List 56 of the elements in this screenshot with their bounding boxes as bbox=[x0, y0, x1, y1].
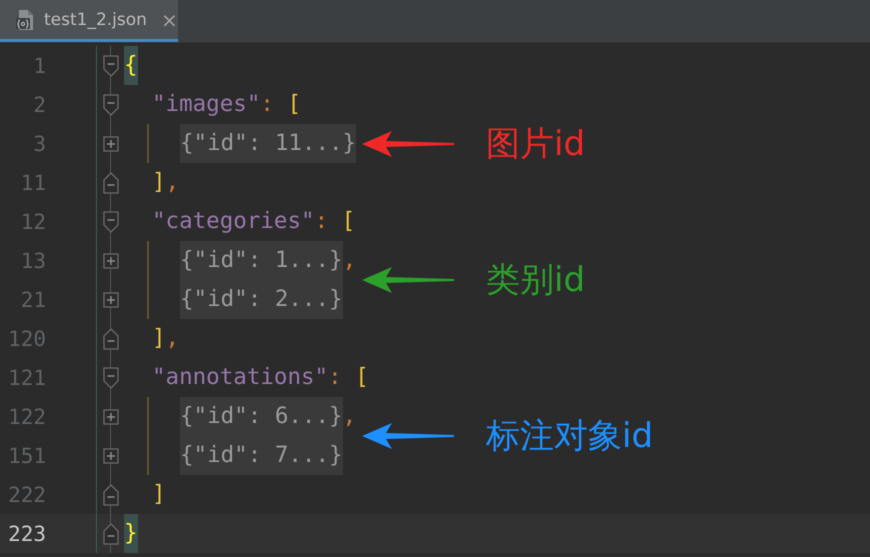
tab-label: test1_2.json bbox=[44, 10, 147, 30]
line-number: 12 bbox=[20, 210, 46, 234]
colon: : bbox=[328, 363, 342, 392]
colon: : bbox=[260, 90, 274, 119]
annotation-label: 类别id bbox=[486, 259, 586, 302]
annotation-label: 图片id bbox=[486, 122, 586, 166]
line-number: 2 bbox=[32, 92, 46, 116]
expand-icon[interactable] bbox=[102, 292, 118, 308]
fold-icon[interactable] bbox=[102, 484, 118, 506]
comma: , bbox=[166, 168, 180, 197]
fold-icon[interactable] bbox=[102, 210, 118, 232]
annotation-label: 标注对象id bbox=[486, 415, 654, 458]
bracket: ] bbox=[152, 480, 166, 509]
expand-icon[interactable] bbox=[102, 252, 118, 268]
bracket: [ bbox=[355, 363, 369, 392]
json-key: "categories" bbox=[152, 202, 315, 241]
bracket: ] bbox=[152, 168, 166, 197]
fold-icon[interactable] bbox=[102, 522, 118, 544]
close-button[interactable]: × bbox=[160, 8, 178, 32]
fold-icon[interactable] bbox=[102, 94, 118, 116]
fold-icon[interactable] bbox=[102, 172, 118, 194]
folded-code[interactable]: {"id": 7...} bbox=[180, 436, 343, 475]
fold-icon[interactable] bbox=[102, 328, 118, 350]
brace: { bbox=[124, 46, 138, 85]
bracket: ] bbox=[152, 324, 166, 353]
comma: , bbox=[342, 402, 356, 431]
line-number: 1 bbox=[32, 54, 46, 78]
line-number: 120 bbox=[7, 326, 46, 350]
brace: } bbox=[124, 514, 138, 553]
line-number: 222 bbox=[7, 482, 46, 506]
comma: , bbox=[166, 324, 180, 353]
line-number: 13 bbox=[20, 248, 46, 272]
folded-code[interactable]: {"id": 2...} bbox=[180, 280, 343, 319]
fold-icon[interactable] bbox=[102, 54, 118, 76]
folded-code[interactable]: {"id": 6...} bbox=[180, 397, 343, 436]
json-key: "images" bbox=[152, 85, 260, 124]
line-number: 151 bbox=[7, 444, 46, 468]
json-key: "annotations" bbox=[152, 358, 328, 397]
colon: : bbox=[314, 207, 328, 236]
line-number: 223 bbox=[7, 522, 46, 546]
folded-code[interactable]: {"id": 11...} bbox=[180, 124, 356, 163]
line-number: 121 bbox=[7, 366, 46, 390]
bracket: [ bbox=[287, 90, 301, 119]
line-number: 21 bbox=[20, 288, 46, 312]
line-number: 3 bbox=[32, 132, 46, 156]
line-number: 11 bbox=[20, 170, 46, 194]
fold-icon[interactable] bbox=[102, 366, 118, 388]
folded-code[interactable]: {"id": 1...} bbox=[180, 241, 343, 280]
expand-icon[interactable] bbox=[102, 136, 118, 152]
bracket: [ bbox=[342, 207, 356, 236]
editor-tab[interactable]: test1_2.json × bbox=[0, 0, 178, 42]
line-number: 122 bbox=[7, 404, 46, 428]
json-file-icon bbox=[16, 8, 36, 30]
expand-icon[interactable] bbox=[102, 408, 118, 424]
expand-icon[interactable] bbox=[102, 448, 118, 464]
comma: , bbox=[342, 246, 356, 275]
